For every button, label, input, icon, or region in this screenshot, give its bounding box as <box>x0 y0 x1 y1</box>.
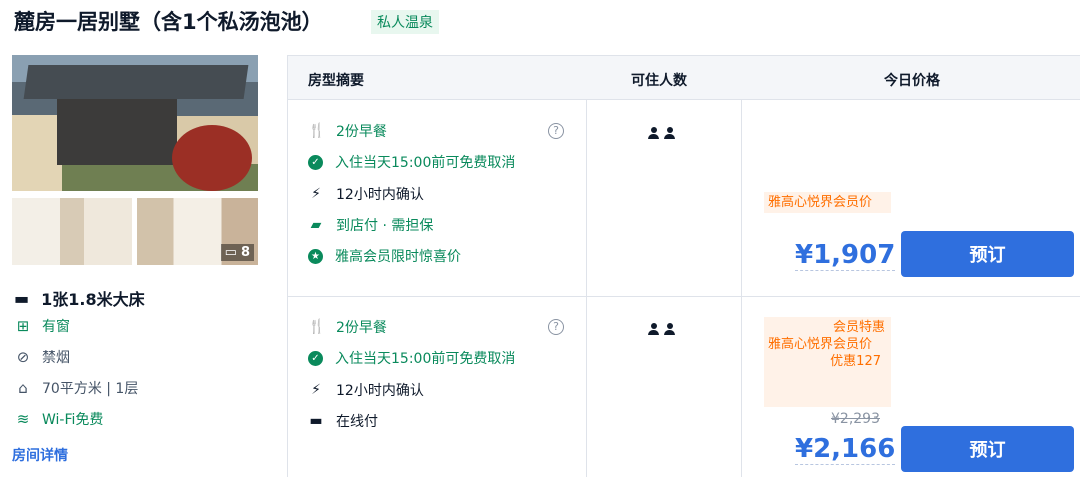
header-price: 今日价格 <box>884 73 940 89</box>
area-icon: ⌂ <box>18 379 28 397</box>
header-guests: 可住人数 <box>631 73 687 89</box>
room-thumbnail-2[interactable]: ▭ 8 <box>137 198 258 265</box>
feature-label: Wi-Fi免费 <box>42 412 104 428</box>
policy-member-price[interactable]: ★ 雅高会员限时惊喜价 <box>308 246 461 266</box>
member-price-label: 雅高心悦界会员价 <box>768 337 873 352</box>
check-circle-icon: ✓ <box>308 154 323 170</box>
hot-spring-tag: 私人温泉 <box>371 10 439 34</box>
person-icon <box>648 323 659 335</box>
person-icon <box>648 127 659 139</box>
policy-payment[interactable]: ▰ 到店付 · 需担保 <box>308 215 434 235</box>
no-smoking-icon: ⊘ <box>16 348 30 366</box>
bed-label: 1张1.8米大床 <box>41 290 145 309</box>
wifi-icon: ≋ <box>16 410 30 428</box>
book-button[interactable]: 预订 <box>901 426 1074 472</box>
room-title: 麓房一居别墅（含1个私汤泡池） <box>14 10 323 34</box>
discount-label: 优惠127 <box>830 354 881 369</box>
pay-at-hotel-icon: ▰ <box>310 217 322 233</box>
lightning-icon: ⚡ <box>311 186 321 202</box>
policy-cancel[interactable]: ✓ 入住当天15:00前可免费取消 <box>308 348 515 368</box>
photo-count: 8 <box>240 245 250 260</box>
room-thumbnail-1[interactable] <box>12 198 132 265</box>
feature-no-smoking: ⊘ 禁烟 <box>14 347 70 367</box>
policy-confirm: ⚡ 12小时内确认 <box>308 380 424 400</box>
bed-info: ▬ 1张1.8米大床 <box>14 286 145 310</box>
fork-knife-icon: 🍴 <box>308 319 326 335</box>
person-icon <box>664 127 675 139</box>
check-circle-icon: ✓ <box>308 350 323 366</box>
header-summary: 房型摘要 <box>308 73 364 89</box>
feature-label: 禁烟 <box>42 350 70 366</box>
bed-icon: ▬ <box>14 288 30 308</box>
policy-payment: ▬ 在线付 <box>309 413 378 430</box>
member-price-label[interactable]: 雅高心悦界会员价 <box>764 192 891 213</box>
member-promo-box[interactable]: 会员特惠 雅高心悦界会员价 优惠127 <box>764 317 891 407</box>
policy-breakfast: 🍴 2份早餐 <box>308 123 387 140</box>
feature-window: ⊞ 有窗 <box>14 316 70 336</box>
star-badge-icon: ★ <box>308 248 323 264</box>
feature-area: ⌂ 70平方米 | 1层 <box>14 378 138 398</box>
card-icon: ▬ <box>309 413 323 429</box>
room-details-link[interactable]: 房间详情 <box>12 445 68 465</box>
lightning-icon: ⚡ <box>311 382 321 398</box>
policy-cancel[interactable]: ✓ 入住当天15:00前可免费取消 <box>308 152 515 172</box>
offer-price: ¥2,166 <box>795 434 896 465</box>
promo-tag: 会员特惠 <box>832 320 885 335</box>
policy-confirm: ⚡ 12小时内确认 <box>308 184 424 204</box>
help-icon[interactable]: ? <box>548 319 564 335</box>
window-icon: ⊞ <box>16 317 30 335</box>
feature-label: 有窗 <box>42 319 70 335</box>
photo-count-badge[interactable]: ▭ 8 <box>220 244 254 261</box>
feature-label: 70平方米 | 1层 <box>42 381 139 397</box>
image-icon: ▭ <box>224 245 237 260</box>
book-button[interactable]: 预订 <box>901 231 1074 277</box>
fork-knife-icon: 🍴 <box>308 123 326 139</box>
offer-price: ¥1,907 <box>795 240 896 271</box>
help-icon[interactable]: ? <box>548 123 564 139</box>
guest-count <box>648 323 675 335</box>
room-main-photo[interactable] <box>12 55 258 191</box>
feature-wifi: ≋ Wi-Fi免费 <box>14 409 104 429</box>
policy-breakfast: 🍴 2份早餐 <box>308 319 387 336</box>
original-price: ¥2,293 <box>831 411 880 427</box>
guest-count <box>648 127 675 139</box>
person-icon <box>664 323 675 335</box>
